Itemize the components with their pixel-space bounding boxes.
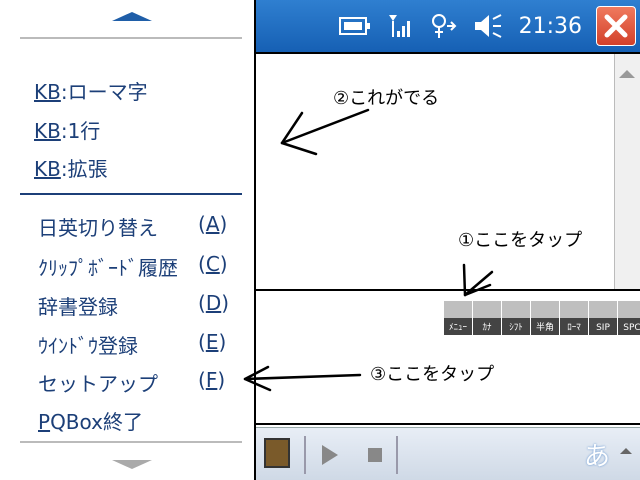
annotation-arrows (243, 108, 494, 392)
arrow-to-keyboard (463, 270, 494, 297)
arrow-to-setup (243, 373, 362, 381)
arrow-to-menu (280, 108, 370, 145)
